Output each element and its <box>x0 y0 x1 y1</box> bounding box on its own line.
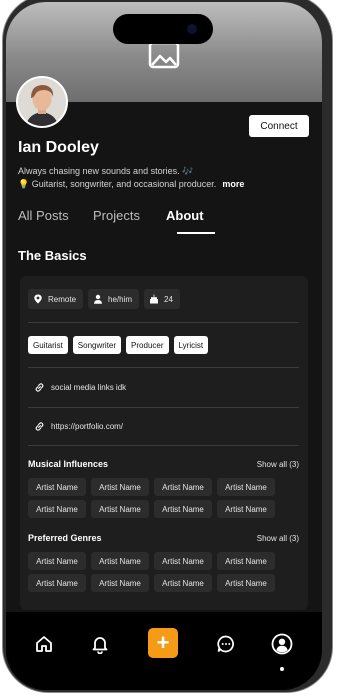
divider <box>28 322 299 323</box>
portfolio-link-text: https://portfolio.com/ <box>51 421 124 431</box>
influences-list: Artist Name Artist Name Artist Name Arti… <box>28 478 278 518</box>
location-pin-icon <box>34 294 42 304</box>
bio-line-2-text: 💡 Guitarist, songwriter, and occasional … <box>18 179 217 189</box>
pronouns-label: he/him <box>108 294 133 304</box>
genres-title: Preferred Genres <box>28 533 102 543</box>
active-nav-indicator <box>280 667 284 671</box>
link-icon <box>35 421 44 431</box>
age-label: 24 <box>164 294 173 304</box>
bottom-nav: + <box>6 612 322 690</box>
artist-chip[interactable]: Artist Name <box>154 500 212 518</box>
genre-chip[interactable]: Artist Name <box>91 574 149 592</box>
artist-chip[interactable]: Artist Name <box>91 500 149 518</box>
influences-show-all[interactable]: Show all (3) <box>257 460 299 469</box>
genre-chip[interactable]: Artist Name <box>28 552 86 570</box>
dynamic-island <box>113 14 213 44</box>
portfolio-link[interactable]: https://portfolio.com/ <box>34 418 123 434</box>
bell-icon <box>92 637 108 654</box>
role-chip: Songwriter <box>72 336 122 354</box>
nav-home[interactable] <box>33 633 55 655</box>
nav-profile[interactable] <box>271 633 293 655</box>
nav-messages[interactable] <box>215 633 237 655</box>
artist-chip[interactable]: Artist Name <box>28 478 86 496</box>
role-chip: Lyricist <box>173 336 209 354</box>
location-chip: Remote <box>28 289 84 309</box>
social-link-text: social media links idk <box>51 382 127 392</box>
age-chip: 24 <box>144 289 180 309</box>
location-label: Remote <box>48 294 77 304</box>
genre-chip[interactable]: Artist Name <box>91 552 149 570</box>
more-link[interactable]: more <box>222 179 244 189</box>
bio-line-1: Always chasing new sounds and stories. 🎶 <box>18 166 194 176</box>
social-link[interactable]: social media links idk <box>34 379 126 395</box>
home-icon <box>36 636 52 652</box>
connect-button[interactable]: Connect <box>249 115 309 137</box>
profile-name: Ian Dooley <box>18 139 99 156</box>
avatar-portrait <box>18 78 66 126</box>
genre-chip[interactable]: Artist Name <box>217 574 275 592</box>
person-icon <box>94 294 103 304</box>
section-title: The Basics <box>18 248 87 263</box>
artist-chip[interactable]: Artist Name <box>28 500 86 518</box>
nav-notifications[interactable] <box>89 633 111 655</box>
avatar[interactable] <box>16 76 68 128</box>
influences-header: Musical Influences Show all (3) <box>28 459 299 469</box>
roles-row: Guitarist Songwriter Producer Lyricist <box>28 336 209 354</box>
genre-chip[interactable]: Artist Name <box>154 574 212 592</box>
genre-chip[interactable]: Artist Name <box>217 552 275 570</box>
artist-chip[interactable]: Artist Name <box>154 478 212 496</box>
divider <box>28 445 299 446</box>
phone-mockup: Connect Ian Dooley Always chasing new so… <box>0 0 337 697</box>
role-chip: Guitarist <box>28 336 68 354</box>
tab-all-posts[interactable]: All Posts <box>18 208 69 223</box>
divider <box>28 367 299 368</box>
genres-show-all[interactable]: Show all (3) <box>257 534 299 543</box>
artist-chip[interactable]: Artist Name <box>217 478 275 496</box>
genres-list: Artist Name Artist Name Artist Name Arti… <box>28 552 278 592</box>
profile-icon <box>271 633 293 655</box>
link-icon <box>35 382 44 392</box>
image-placeholder-icon <box>148 41 180 69</box>
bio-line-2: 💡 Guitarist, songwriter, and occasional … <box>18 179 244 190</box>
tab-about[interactable]: About <box>166 208 204 223</box>
birthday-cake-icon <box>150 294 159 304</box>
influences-title: Musical Influences <box>28 459 109 469</box>
info-row: Remote he/him 24 <box>28 289 180 309</box>
divider <box>28 407 299 408</box>
basics-card: Remote he/him 24 Guitarist Songwriter Pr… <box>20 276 308 610</box>
chat-icon <box>217 635 234 653</box>
genres-header: Preferred Genres Show all (3) <box>28 533 299 543</box>
artist-chip[interactable]: Artist Name <box>91 478 149 496</box>
create-post-button[interactable]: + <box>148 628 178 658</box>
artist-chip[interactable]: Artist Name <box>217 500 275 518</box>
active-tab-indicator <box>177 232 215 234</box>
tab-projects[interactable]: Projects <box>93 208 140 223</box>
genre-chip[interactable]: Artist Name <box>28 574 86 592</box>
pronouns-chip: he/him <box>88 289 140 309</box>
role-chip: Producer <box>126 336 169 354</box>
genre-chip[interactable]: Artist Name <box>154 552 212 570</box>
camera-icon <box>187 24 197 34</box>
app-screen: Connect Ian Dooley Always chasing new so… <box>6 2 322 690</box>
